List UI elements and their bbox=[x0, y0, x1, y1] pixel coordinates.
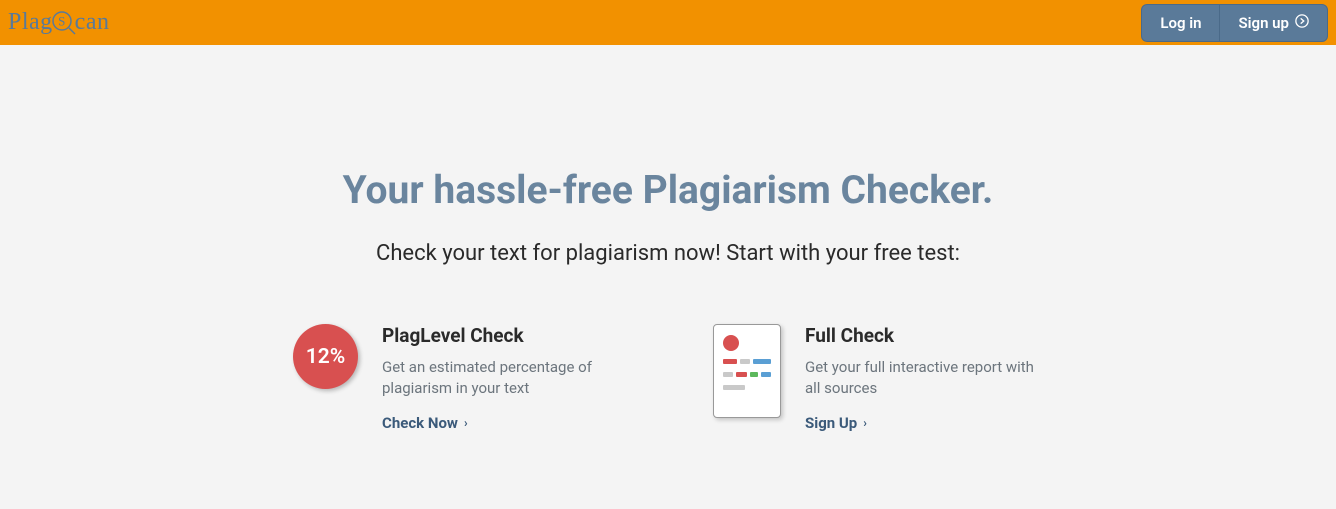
document-icon bbox=[713, 324, 781, 418]
signup-label: Sign up bbox=[1238, 14, 1289, 32]
fullcheck-doc-icon bbox=[713, 324, 781, 418]
percentage-badge: 12% bbox=[293, 324, 358, 389]
main-content: Your hassle-free Plagiarism Checker. Che… bbox=[0, 45, 1336, 432]
chevron-right-icon: › bbox=[863, 416, 867, 430]
signup-cta-label: Sign Up bbox=[805, 414, 857, 432]
login-button[interactable]: Log in bbox=[1142, 5, 1220, 41]
plaglevel-description: Get an estimated percentage of plagiaris… bbox=[382, 357, 623, 399]
check-now-button[interactable]: Check Now › bbox=[382, 414, 468, 432]
badge-value: 12% bbox=[306, 345, 346, 369]
magnifier-icon: S bbox=[51, 10, 77, 36]
logo-text-plag: Plag bbox=[8, 9, 53, 36]
header-bar: Plag S can Log in Sign up bbox=[0, 0, 1336, 45]
chevron-right-icon: › bbox=[464, 416, 468, 430]
fullcheck-body: Full Check Get your full interactive rep… bbox=[805, 324, 1043, 432]
hero-title: Your hassle-free Plagiarism Checker. bbox=[0, 167, 1336, 213]
fullcheck-description: Get your full interactive report with al… bbox=[805, 357, 1043, 399]
check-now-label: Check Now bbox=[382, 414, 458, 432]
logo[interactable]: Plag S can bbox=[8, 9, 109, 36]
logo-text-rest: can bbox=[75, 9, 110, 36]
fullcheck-title: Full Check bbox=[805, 324, 1043, 347]
doc-red-dot bbox=[723, 335, 739, 351]
doc-line bbox=[723, 385, 771, 390]
logo-s-glyph: S bbox=[58, 13, 66, 28]
hero-subtitle: Check your text for plagiarism now! Star… bbox=[0, 241, 1336, 266]
login-label: Log in bbox=[1160, 14, 1201, 32]
signup-button[interactable]: Sign up bbox=[1220, 5, 1327, 41]
option-plaglevel: 12% PlagLevel Check Get an estimated per… bbox=[293, 324, 623, 432]
plaglevel-body: PlagLevel Check Get an estimated percent… bbox=[382, 324, 623, 432]
arrow-circle-right-icon bbox=[1295, 14, 1309, 32]
doc-line bbox=[723, 359, 771, 364]
option-fullcheck: Full Check Get your full interactive rep… bbox=[713, 324, 1043, 432]
auth-buttons: Log in Sign up bbox=[1141, 4, 1328, 42]
plaglevel-title: PlagLevel Check bbox=[382, 324, 623, 347]
doc-line bbox=[723, 372, 771, 377]
options-row: 12% PlagLevel Check Get an estimated per… bbox=[0, 324, 1336, 432]
plaglevel-badge-icon: 12% bbox=[293, 324, 358, 389]
signup-cta-button[interactable]: Sign Up › bbox=[805, 414, 867, 432]
